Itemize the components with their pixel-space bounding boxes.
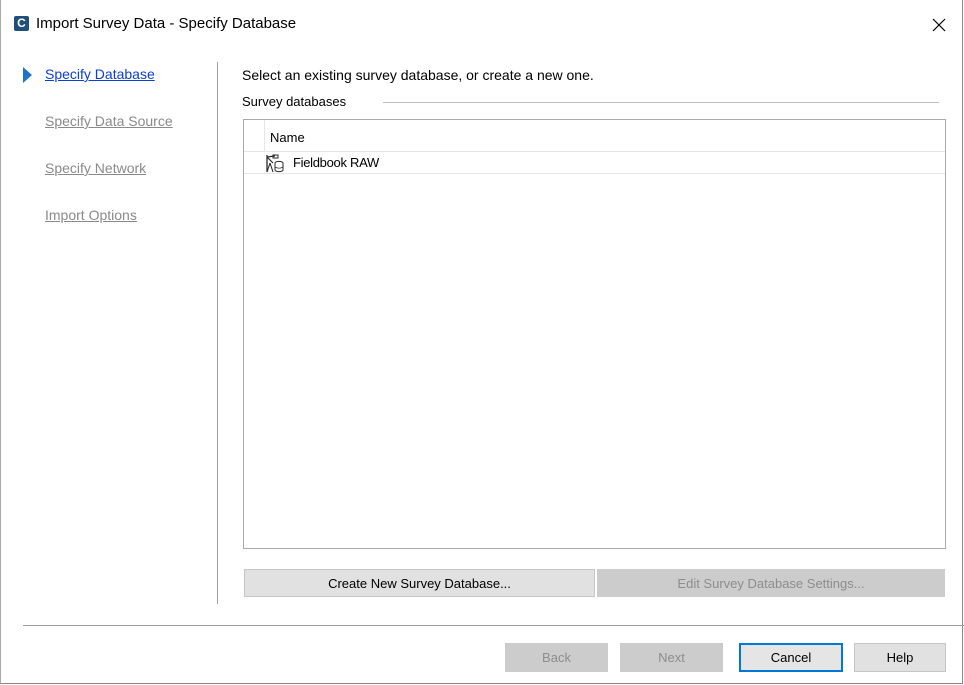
list-row-database[interactable]: Fieldbook RAW bbox=[244, 152, 945, 174]
window-title: Import Survey Data - Specify Database bbox=[36, 15, 297, 32]
current-step-arrow-icon bbox=[23, 67, 32, 83]
footer-divider bbox=[23, 625, 964, 626]
create-new-survey-database-button[interactable]: Create New Survey Database... bbox=[244, 569, 595, 597]
nav-step-label[interactable]: Specify Network bbox=[45, 160, 146, 176]
civil3d-app-icon: C bbox=[14, 16, 29, 31]
nav-divider bbox=[217, 62, 218, 604]
survey-databases-group-label: Survey databases bbox=[242, 94, 347, 109]
import-survey-dialog: C Import Survey Data - Specify Database … bbox=[0, 0, 964, 684]
help-button[interactable]: Help bbox=[854, 643, 946, 672]
group-divider bbox=[383, 102, 939, 103]
list-header: Name bbox=[244, 120, 945, 152]
back-button[interactable]: Back bbox=[505, 643, 608, 672]
wizard-steps-nav: Specify Database Specify Data Source Spe… bbox=[23, 62, 203, 250]
survey-database-list[interactable]: Name Fieldbook RAW bbox=[243, 119, 946, 549]
nav-step-specify-data-source[interactable]: Specify Data Source bbox=[23, 109, 203, 156]
next-button[interactable]: Next bbox=[620, 643, 723, 672]
cancel-button[interactable]: Cancel bbox=[739, 643, 843, 672]
nav-step-specify-network[interactable]: Specify Network bbox=[23, 156, 203, 203]
column-separator bbox=[264, 120, 265, 152]
edit-survey-database-settings-button[interactable]: Edit Survey Database Settings... bbox=[597, 569, 945, 597]
column-header-name[interactable]: Name bbox=[270, 130, 305, 145]
nav-step-label[interactable]: Specify Data Source bbox=[45, 113, 173, 129]
nav-step-import-options[interactable]: Import Options bbox=[23, 203, 203, 250]
instructions-text: Select an existing survey database, or c… bbox=[242, 67, 594, 83]
close-button[interactable] bbox=[916, 0, 962, 49]
database-name: Fieldbook RAW bbox=[293, 155, 379, 170]
title-bar: C Import Survey Data - Specify Database bbox=[1, 0, 962, 49]
close-icon bbox=[932, 18, 946, 31]
nav-step-label[interactable]: Import Options bbox=[45, 207, 137, 223]
survey-database-icon bbox=[266, 154, 284, 173]
nav-step-label[interactable]: Specify Database bbox=[45, 66, 155, 82]
nav-step-specify-database[interactable]: Specify Database bbox=[23, 62, 203, 109]
